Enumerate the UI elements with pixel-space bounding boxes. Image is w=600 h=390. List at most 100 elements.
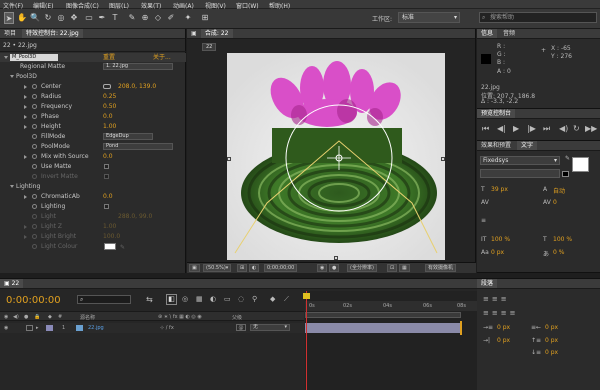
tab-effects-presets[interactable]: 效果和预置 — [477, 141, 515, 150]
label-color[interactable] — [46, 325, 53, 331]
poolmode-select[interactable]: Pond — [103, 143, 173, 150]
stopwatch-icon[interactable] — [32, 194, 37, 199]
layer-handle[interactable] — [227, 157, 231, 161]
frequency-value[interactable]: 0.50 — [103, 102, 116, 111]
work-area-bar[interactable] — [305, 312, 461, 318]
workspace-select[interactable]: 标准 ▾ — [398, 12, 460, 23]
stopwatch-icon[interactable] — [32, 114, 37, 119]
stopwatch-icon[interactable] — [32, 154, 37, 159]
stopwatch-icon[interactable] — [32, 84, 37, 89]
stopwatch-icon[interactable] — [32, 144, 37, 149]
fillmode-select[interactable]: EdgeDup — [103, 133, 153, 140]
phase-value[interactable]: 0.0 — [103, 112, 113, 121]
hscale-value[interactable]: 100 % — [553, 236, 572, 243]
comp-viewer-image[interactable] — [227, 53, 445, 260]
search-help-input[interactable]: ⌕ 搜索帮助 — [479, 12, 597, 23]
table-row[interactable]: ◉ ▸ 1 22.jpg ⊹ / fx @ 无 ▾ — [0, 323, 304, 333]
selection-tool-icon[interactable]: ➤ — [4, 12, 14, 24]
radius-value[interactable]: 0.25 — [103, 92, 116, 101]
eraser-tool-icon[interactable]: ◇ — [153, 12, 163, 24]
expand-icon[interactable] — [24, 125, 27, 129]
expand-icon[interactable] — [24, 85, 27, 89]
motion-blur-icon[interactable]: ◐ — [210, 295, 216, 303]
audio-icon[interactable]: ◀) — [559, 124, 568, 133]
leading-value[interactable]: 自动 — [553, 186, 565, 195]
font-select[interactable]: Fixedsys ▾ — [480, 156, 560, 165]
graph-icon[interactable]: ⟋ — [284, 295, 289, 304]
ram-preview-icon[interactable]: ▶▶ — [585, 124, 597, 133]
visibility-toggle-icon[interactable]: ◉ — [4, 325, 8, 331]
expand-icon[interactable] — [10, 185, 14, 188]
tab-character[interactable]: 文字 — [516, 141, 537, 150]
effect-name[interactable]: M_Pool3D — [10, 54, 58, 61]
expand-icon[interactable] — [24, 225, 27, 229]
stopwatch-icon[interactable] — [32, 124, 37, 129]
comp-mini-flowchart-icon[interactable]: ⇆ — [146, 295, 153, 304]
space-before-value[interactable]: 0 px — [545, 337, 558, 344]
switch-icons[interactable]: ⊹ / fx — [160, 325, 174, 331]
solo-checkbox[interactable] — [26, 325, 33, 331]
prev-frame-icon[interactable]: ◀| — [497, 124, 506, 133]
chromaticab-value[interactable]: 0.0 — [103, 192, 113, 201]
graph-editor-icon[interactable]: ▭ — [224, 295, 231, 303]
tab-composition[interactable]: 合成: 22 — [200, 29, 233, 38]
text-tool-icon[interactable]: T — [110, 12, 120, 24]
tracking-value[interactable]: 0 — [553, 199, 557, 206]
stopwatch-icon[interactable] — [32, 104, 37, 109]
align-buttons-icon[interactable]: ≡≡≡ — [483, 295, 510, 303]
expand-icon[interactable] — [24, 105, 27, 109]
expand-icon[interactable] — [24, 115, 27, 119]
tab-preview[interactable]: 预览控制台 — [477, 109, 516, 118]
frame-blend-icon[interactable]: ▦ — [196, 295, 203, 303]
expand-icon[interactable]: ▸ — [36, 325, 39, 331]
stopwatch-icon[interactable] — [32, 234, 37, 239]
loop-icon[interactable]: ↻ — [573, 124, 580, 133]
layer-handle[interactable] — [441, 157, 445, 161]
comp-sub-tab[interactable]: 22 — [202, 43, 217, 51]
keyframe-icon[interactable]: ◆ — [270, 295, 275, 303]
use-matte-checkbox[interactable] — [104, 164, 109, 169]
space-after-value[interactable]: 0 px — [545, 349, 558, 356]
eyedropper-icon[interactable]: ✎ — [565, 155, 570, 162]
align-icon[interactable]: ⊞ — [200, 12, 210, 24]
layer-search-input[interactable]: ⌕ — [77, 295, 131, 304]
resolution-select[interactable]: (全分辨率) — [347, 264, 377, 272]
draft-3d-icon[interactable]: ◧ — [166, 294, 177, 305]
expand-icon[interactable] — [24, 155, 27, 159]
light-bright-value[interactable]: 100.0 — [103, 232, 120, 241]
tab-audio[interactable]: 音频 — [499, 29, 519, 38]
pickwhip-icon[interactable]: @ — [236, 324, 246, 331]
light-colour-swatch[interactable] — [104, 243, 116, 250]
first-line-value[interactable]: 0 px — [497, 337, 510, 344]
parent-select[interactable]: 无 ▾ — [250, 324, 290, 331]
roi-icon[interactable]: ⊡ — [387, 264, 398, 272]
snapshot-icon[interactable]: ◉ — [317, 264, 328, 272]
tab-effect-controls[interactable]: 特效控制台: 22.jpg — [21, 29, 83, 38]
expand-icon[interactable] — [10, 75, 14, 78]
last-frame-icon[interactable]: ⏭ — [543, 124, 550, 134]
transparency-icon[interactable]: ▦ — [399, 264, 410, 272]
tsume-value[interactable]: 0 % — [553, 249, 564, 256]
font-style-select[interactable] — [480, 169, 560, 178]
about-link[interactable]: 关于... — [153, 53, 171, 62]
current-time[interactable]: 0:00:00:00 — [6, 295, 61, 306]
time-ruler[interactable]: 0s 02s 04s 06s 08s — [305, 301, 477, 311]
expand-icon[interactable] — [24, 195, 27, 199]
tab-paragraph[interactable]: 段落 — [477, 279, 498, 288]
layer-handle[interactable] — [334, 256, 338, 260]
first-frame-icon[interactable]: ⏮ — [482, 124, 489, 134]
stroke-color-swatch[interactable] — [562, 171, 569, 177]
stopwatch-icon[interactable] — [32, 244, 37, 249]
roto-brush-icon[interactable]: ✐ — [166, 12, 176, 24]
baseline-value[interactable]: 0 px — [491, 249, 504, 256]
grid-icon[interactable]: ⊞ — [237, 264, 248, 272]
font-size-value[interactable]: 39 px — [491, 186, 508, 193]
puppet-tool-icon[interactable]: ✦ — [183, 12, 193, 24]
hand-tool-icon[interactable]: ✋ — [17, 12, 27, 24]
layer-duration-bar[interactable] — [305, 323, 461, 333]
lock-icon[interactable]: ⚲ — [252, 295, 257, 303]
vscale-value[interactable]: 100 % — [491, 236, 510, 243]
light-z-value[interactable]: 1.00 — [103, 222, 116, 231]
eyedropper-icon[interactable]: ✎ — [120, 243, 125, 252]
expand-icon[interactable] — [4, 56, 8, 59]
